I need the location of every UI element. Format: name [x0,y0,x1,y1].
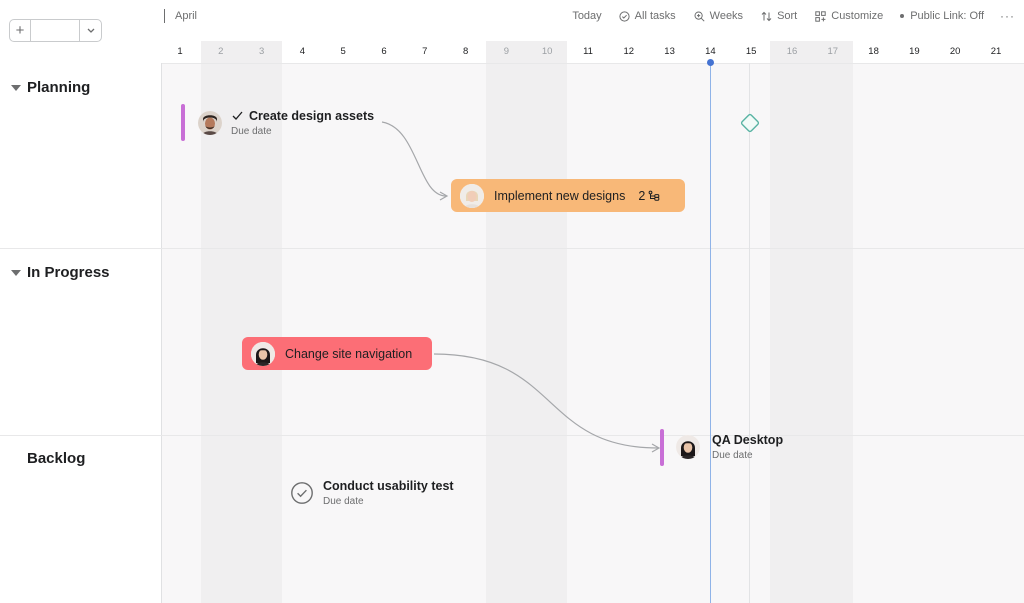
month-label: April [175,10,198,22]
month-divider [164,9,165,23]
add-options-dropdown[interactable] [79,20,101,41]
all-tasks-filter[interactable]: All tasks [619,10,676,22]
task-title[interactable]: Create design assets [249,109,374,123]
sort-button[interactable]: Sort [761,10,797,22]
check-icon[interactable] [232,111,243,121]
task-title[interactable]: Conduct usability test [323,479,454,493]
today-marker [707,59,714,66]
day-label: 18 [868,46,879,57]
check-circle-icon [619,10,630,22]
day-label: 4 [299,46,306,57]
caret-down-icon[interactable] [11,84,21,91]
avatar [251,341,275,366]
weekend-column [770,41,853,603]
today-button[interactable]: Today [572,10,601,22]
add-task-label-area[interactable] [30,20,79,41]
day-label: 17 [827,46,839,57]
day-label: 1 [177,46,183,57]
avatar[interactable] [676,435,700,459]
day-label: 21 [990,46,1002,57]
more-options-button[interactable]: ··· [1000,9,1015,23]
section-in-progress[interactable]: In Progress [11,264,110,281]
diamond-icon[interactable] [738,111,762,135]
more-icon: ··· [1000,9,1015,23]
today-line [710,62,711,603]
public-link-label: Public Link: Off [910,10,984,22]
day-label: 9 [503,46,510,57]
milestone-guide-line [749,63,750,603]
weekend-column [486,41,567,603]
all-tasks-label: All tasks [634,10,676,22]
day-label: 3 [258,46,265,57]
subtask-icon [648,190,660,201]
section-backlog[interactable]: Backlog [27,450,85,467]
customize-button[interactable]: Customize [815,10,883,22]
header-divider [162,63,1024,64]
day-label: 6 [381,46,387,57]
task-title[interactable]: QA Desktop [712,433,783,447]
section-divider [0,435,1024,436]
sort-icon [761,11,772,22]
section-title: Backlog [27,450,86,467]
weeks-zoom-button[interactable]: Weeks [694,10,743,22]
day-label: 20 [949,46,961,57]
day-label: 10 [541,46,553,57]
timeline-toolbar: Today All tasks Weeks Sort Customize Pub… [572,9,1024,23]
timeline-canvas[interactable] [162,63,1024,603]
check-circle-icon[interactable] [290,481,314,505]
task-bar-implement-new-designs[interactable]: Implement new designs 2 [451,179,685,212]
dot-icon [900,14,905,18]
task-due-date: Due date [712,450,753,461]
sort-label: Sort [777,10,798,22]
day-label: 8 [462,46,469,57]
day-label: 12 [623,46,635,57]
task-due-date: Due date [231,126,272,137]
section-title: In Progress [27,264,110,281]
day-label: 11 [583,46,593,57]
day-label: 16 [786,46,798,57]
zoom-icon [694,11,705,22]
add-task-split-button: + [9,19,102,42]
day-label: 15 [745,46,757,57]
sections-column [0,63,162,603]
section-planning[interactable]: Planning [11,79,90,96]
day-label: 14 [705,46,716,57]
weeks-label: Weeks [709,10,744,22]
plus-icon: + [15,22,25,39]
subtask-count: 2 [638,188,646,203]
grid-icon [815,10,826,22]
due-date-bar[interactable] [660,429,664,466]
chevron-down-icon [87,28,94,33]
day-label: 2 [218,46,224,57]
public-link-toggle[interactable]: Public Link: Off [900,10,984,22]
section-divider [0,248,1024,249]
task-bar-change-site-navigation[interactable]: Change site navigation [242,337,432,370]
day-label: 19 [909,46,920,57]
task-title: Implement new designs [494,188,626,203]
due-date-bar[interactable] [181,104,185,141]
task-due-date: Due date [323,496,364,507]
caret-down-icon[interactable] [11,269,21,276]
task-title: Change site navigation [285,346,413,361]
customize-label: Customize [831,10,884,22]
avatar [460,183,484,208]
day-label: 13 [664,46,675,57]
avatar[interactable] [198,111,222,135]
day-label: 5 [340,46,346,57]
add-task-button[interactable]: + [10,20,30,41]
today-label: Today [572,10,602,22]
day-label: 7 [422,46,428,57]
section-title: Planning [27,79,91,96]
